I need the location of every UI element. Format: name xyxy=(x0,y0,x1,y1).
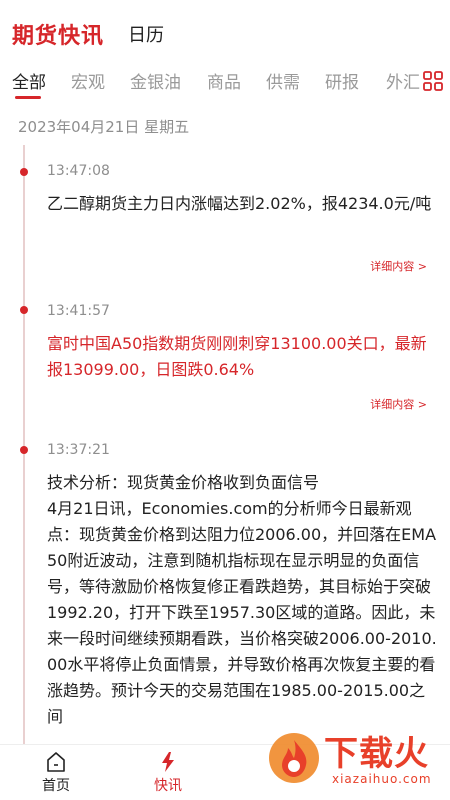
tab-supply-demand[interactable]: 供需 xyxy=(266,68,300,93)
tab-gold-silver-oil[interactable]: 金银油 xyxy=(130,68,181,93)
category-tabs: 全部 宏观 金银油 商品 供需 研报 外汇 xyxy=(0,62,450,102)
detail-link[interactable]: 详细内容 > xyxy=(370,258,427,274)
tab-forex[interactable]: 外汇 xyxy=(386,68,420,93)
nav-flash-news[interactable]: 快讯 xyxy=(138,751,198,795)
flame-logo-icon xyxy=(269,733,319,783)
nav-home[interactable]: 首页 xyxy=(26,751,86,795)
news-item[interactable]: 13:37:21 技术分析：现货黄金价格收到负面信号 4月21日讯，Econom… xyxy=(47,442,437,742)
lightning-icon xyxy=(162,752,174,772)
timeline-line xyxy=(23,145,25,745)
news-text: 乙二醇期货主力日内涨幅达到2.02%，报4234.0元/吨 xyxy=(47,194,432,213)
detail-link[interactable]: 详细内容 > xyxy=(370,396,427,412)
category-grid-icon[interactable] xyxy=(422,70,444,92)
timeline-dot xyxy=(20,168,28,176)
tab-research[interactable]: 研报 xyxy=(325,68,359,93)
tab-all[interactable]: 全部 xyxy=(12,68,46,93)
calendar-tab[interactable]: 日历 xyxy=(128,21,164,47)
news-text: 技术分析：现货黄金价格收到负面信号 4月21日讯，Economies.com的分… xyxy=(47,473,437,726)
watermark: 下载火 xiazaihuo.com xyxy=(262,722,448,796)
news-time: 13:37:21 xyxy=(47,442,110,458)
header: 期货快讯 日历 xyxy=(0,0,450,62)
active-tab-indicator xyxy=(15,96,41,99)
news-text: 富时中国A50指数期货刚刚刺穿13100.00关口，最新报13099.00，日图… xyxy=(47,334,427,379)
timeline-dot xyxy=(20,446,28,454)
tab-commodities[interactable]: 商品 xyxy=(207,68,241,93)
news-item[interactable]: 13:47:08 乙二醇期货主力日内涨幅达到2.02%，报4234.0元/吨 详… xyxy=(47,163,437,278)
date-header: 2023年04月21日 星期五 xyxy=(18,118,190,136)
watermark-url: xiazaihuo.com xyxy=(332,772,432,786)
timeline-dot xyxy=(20,306,28,314)
news-time: 13:41:57 xyxy=(47,303,110,319)
tab-macro[interactable]: 宏观 xyxy=(71,68,105,93)
nav-home-label: 首页 xyxy=(42,778,70,794)
page-title: 期货快讯 xyxy=(12,24,105,49)
news-time: 13:47:08 xyxy=(47,163,110,179)
watermark-brand: 下载火 xyxy=(324,734,429,774)
nav-flash-label: 快讯 xyxy=(154,778,182,794)
home-icon xyxy=(47,752,65,772)
news-item[interactable]: 13:41:57 富时中国A50指数期货刚刚刺穿13100.00关口，最新报13… xyxy=(47,303,437,418)
